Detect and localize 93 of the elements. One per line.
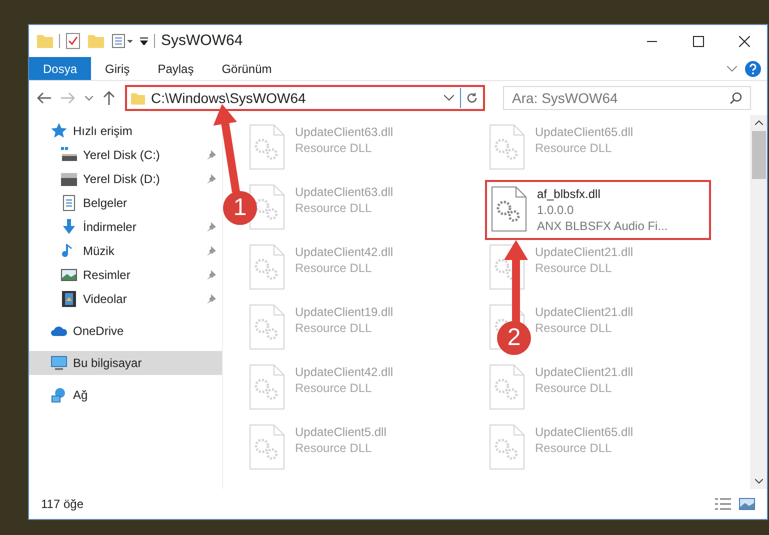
sidebar-item[interactable]: Yerel Disk (D:): [29, 167, 222, 191]
dll-file-icon: [489, 424, 525, 470]
scrollbar-thumb[interactable]: [752, 131, 766, 179]
chevron-down-icon[interactable]: [85, 96, 93, 100]
file-name: UpdateClient19.dll: [295, 304, 394, 320]
file-detail: Resource DLL: [295, 440, 373, 456]
video-icon: [61, 291, 77, 307]
file-name: af_blbsfx.dll: [537, 186, 602, 202]
file-detail: Resource DLL: [295, 200, 373, 216]
scrollbar[interactable]: [750, 115, 767, 489]
file-name: UpdateClient63.dll: [295, 184, 394, 200]
dll-file-icon: [249, 364, 285, 410]
pin-icon[interactable]: [206, 270, 216, 280]
file-detail: Resource DLL: [535, 140, 613, 156]
file-name: UpdateClient42.dll: [295, 244, 394, 260]
properties-icon[interactable]: [112, 34, 134, 48]
pin-icon[interactable]: [206, 294, 216, 304]
dll-file-icon: [249, 304, 285, 350]
file-name: UpdateClient42.dll: [295, 364, 394, 380]
file-name: UpdateClient21.dll: [535, 364, 634, 380]
dropdown-icon[interactable]: [140, 37, 148, 45]
pin-icon[interactable]: [206, 246, 216, 256]
sidebar-item[interactable]: Videolar: [29, 287, 222, 311]
item-count: 117 öğe: [41, 496, 84, 513]
up-arrow-icon[interactable]: [103, 91, 115, 105]
file-detail: Resource DLL: [535, 260, 613, 276]
file-name: UpdateClient21.dll: [535, 304, 634, 320]
dll-file-icon: [489, 364, 525, 410]
sidebar-item[interactable]: Ağ: [29, 383, 222, 407]
dll-file-icon: [249, 244, 285, 290]
details-view-icon[interactable]: [715, 498, 731, 510]
chevron-down-icon[interactable]: [444, 95, 454, 101]
file-detail: ANX BLBSFX Audio Fi...: [537, 218, 668, 234]
doc-icon: [61, 195, 77, 211]
scroll-down-icon[interactable]: [754, 479, 762, 484]
file-detail: Resource DLL: [295, 260, 373, 276]
pin-icon[interactable]: [206, 150, 216, 160]
file-detail: Resource DLL: [295, 140, 373, 156]
sidebar-item[interactable]: Müzik: [29, 239, 222, 263]
file-name: UpdateClient63.dll: [295, 124, 394, 140]
search-icon: [730, 92, 742, 104]
ribbon-tab[interactable]: Görünüm: [208, 57, 286, 80]
file-name: UpdateClient21.dll: [535, 244, 634, 260]
dll-file-icon: [491, 186, 527, 232]
address-bar[interactable]: C:\Windows\SysWOW64: [125, 85, 485, 111]
dll-file-icon: [249, 184, 285, 230]
sidebar-item[interactable]: Belgeler: [29, 191, 222, 215]
sidebar-item[interactable]: İndirmeler: [29, 215, 222, 239]
search-field[interactable]: Ara: SysWOW64: [503, 86, 751, 110]
dll-file-icon: [249, 424, 285, 470]
dll-file-icon: [489, 124, 525, 170]
ribbon-tab[interactable]: Giriş: [91, 57, 144, 80]
network-icon: [51, 387, 67, 403]
picture-icon: [61, 267, 77, 283]
pin-icon[interactable]: [206, 174, 216, 184]
sidebar-item[interactable]: Hızlı erişim: [29, 119, 222, 143]
file-detail: Resource DLL: [535, 380, 613, 396]
file-detail: Resource DLL: [295, 320, 373, 336]
large-icons-view-icon[interactable]: [739, 498, 755, 510]
file-detail: Resource DLL: [535, 320, 613, 336]
help-icon[interactable]: [745, 60, 761, 76]
window-title: SysWOW64: [161, 30, 243, 51]
pc-icon: [51, 355, 67, 371]
chevron-down-icon[interactable]: [727, 66, 737, 72]
file-name: UpdateClient65.dll: [535, 424, 634, 440]
checklist-icon[interactable]: [66, 33, 80, 49]
folder-icon: [131, 92, 145, 104]
close-icon: [738, 36, 750, 46]
file-detail: Resource DLL: [295, 380, 373, 396]
pin-icon[interactable]: [206, 222, 216, 232]
star-icon: [51, 123, 67, 139]
download-icon: [61, 219, 77, 235]
search-input[interactable]: Ara: SysWOW64: [512, 88, 730, 108]
ribbon-tab[interactable]: Dosya: [29, 57, 92, 80]
refresh-icon[interactable]: [466, 92, 478, 104]
dll-file-icon: [249, 124, 285, 170]
file-name: UpdateClient5.dll: [295, 424, 386, 440]
selected-file-frame[interactable]: af_blbsfx.dll 1.0.0.0 ANX BLBSFX Audio Fi...: [485, 180, 711, 240]
scroll-up-icon[interactable]: [754, 120, 762, 125]
file-detail: Resource DLL: [535, 440, 613, 456]
file-detail: 1.0.0.0: [537, 202, 575, 218]
minimize-icon: [647, 40, 657, 42]
sidebar-item[interactable]: Yerel Disk (C:): [29, 143, 222, 167]
disk-c-icon: [61, 147, 77, 163]
sidebar-item[interactable]: OneDrive: [29, 319, 222, 343]
disk-icon: [61, 171, 77, 187]
ribbon-tab[interactable]: Paylaş: [144, 57, 208, 80]
sidebar-item[interactable]: Bu bilgisayar: [29, 351, 222, 375]
maximize-icon: [692, 36, 704, 46]
back-arrow-icon[interactable]: [37, 92, 51, 104]
file-name: UpdateClient65.dll: [535, 124, 634, 140]
address-path: C:\Windows\SysWOW64: [151, 88, 306, 108]
sidebar-item[interactable]: Resimler: [29, 263, 222, 287]
